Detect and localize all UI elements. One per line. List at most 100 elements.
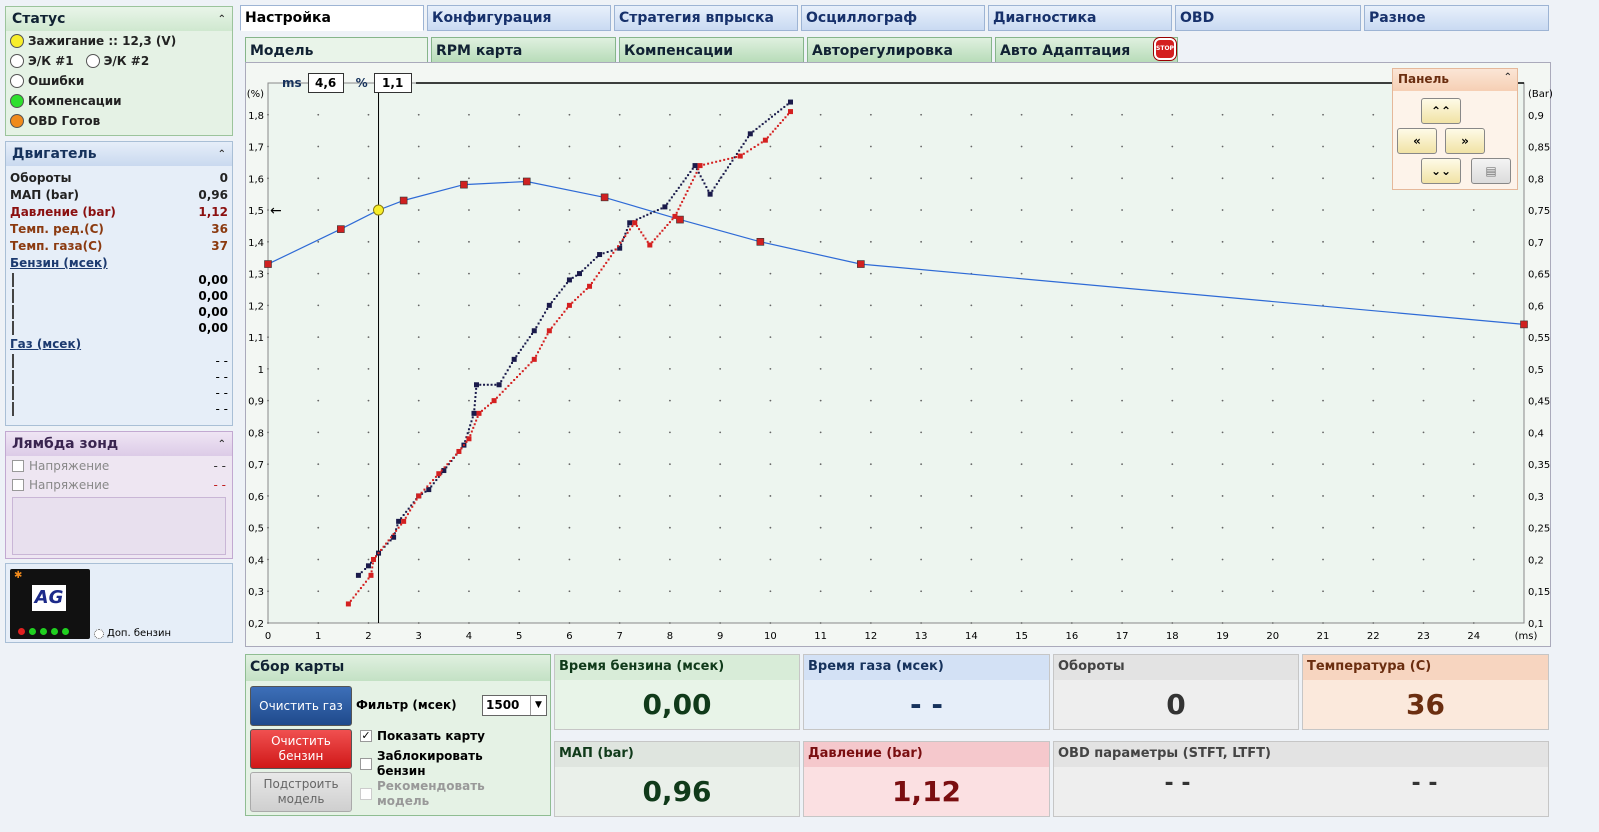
grid-dot	[1271, 431, 1274, 434]
subtab-autotuning[interactable]: Авторегулировка	[807, 37, 992, 63]
grid-dot	[719, 272, 722, 275]
lambda2-checkbox[interactable]	[12, 478, 24, 491]
subtab-compensations[interactable]: Компенсации	[619, 37, 804, 63]
petrol-trail-dot	[484, 407, 487, 410]
grid-dot	[367, 336, 370, 339]
grid-dot	[769, 431, 772, 434]
status-panel-header[interactable]: Статус ⌃	[6, 7, 232, 31]
grid-dot	[1121, 304, 1123, 307]
grid-dot	[367, 177, 370, 180]
status-item-errors[interactable]: Ошибки	[6, 71, 232, 91]
gas-link[interactable]: Газ (мсек)	[6, 336, 232, 353]
grid-dot	[769, 622, 772, 624]
gas-trail-dot	[364, 568, 367, 570]
tab-configuration[interactable]: Конфигурация	[427, 5, 611, 31]
lambda-row-1[interactable]: Напряжение - -	[6, 456, 232, 475]
grid-dot	[819, 272, 822, 275]
clipboard-button[interactable]: ▤	[1471, 158, 1511, 184]
engine-row-value: 36	[211, 222, 228, 236]
petrol-trail-dot	[621, 238, 624, 241]
lock-petrol-row[interactable]: Заблокировать бензин	[360, 749, 497, 779]
lambda-row-2[interactable]: Напряжение - -	[6, 475, 232, 494]
grid-dot	[618, 495, 621, 497]
petrol-trail-dot	[644, 237, 647, 240]
show-map-checkbox[interactable]: ✓	[360, 730, 372, 742]
tab-injection-strategy[interactable]: Стратегия впрыска	[614, 5, 798, 31]
x-tick-label: 4	[466, 631, 472, 642]
tab-diagnostics[interactable]: Диагностика	[988, 5, 1172, 31]
gas-trail-dot	[396, 524, 399, 527]
petrol-trail-dot	[640, 231, 643, 234]
subtab-model[interactable]: Модель	[245, 37, 428, 63]
petrol-trail-dot	[449, 460, 452, 462]
recommend-row[interactable]: Рекомендовать модель	[360, 779, 497, 809]
model-chart[interactable]: 0 1 2 3 4 5 6 7 8 9 10 11 12 13 14 15 16 17 18 19 20 21 22 23 24…	[245, 62, 1552, 647]
grid-dot	[618, 367, 621, 370]
control-panel-header[interactable]: Панель ⌃	[1393, 69, 1517, 91]
build-model-button[interactable]: Подстроить модель	[250, 772, 352, 812]
grid-dot	[1221, 336, 1224, 339]
grid-dot	[769, 272, 772, 275]
scroll-left-button[interactable]: «	[1397, 128, 1437, 154]
scroll-down-button[interactable]: ⌄⌄	[1421, 158, 1461, 184]
grid-dot	[317, 590, 320, 593]
collapse-icon[interactable]: ⌃	[1504, 72, 1512, 88]
gas-trail-dot	[747, 136, 750, 139]
gas-sample-point	[787, 99, 793, 105]
extra-petrol-radio[interactable]	[94, 628, 104, 639]
gas-trail-dot	[783, 105, 786, 108]
grid-dot	[618, 590, 621, 593]
tab-settings[interactable]: Настройка	[240, 5, 424, 31]
petrol-link[interactable]: Бензин (мсек)	[6, 255, 232, 272]
collapse-icon[interactable]: ⌃	[218, 149, 226, 160]
petrol-trail-dot	[364, 580, 367, 583]
x-tick-label: 9	[717, 631, 723, 642]
gas-trail-dot	[537, 322, 540, 325]
logo-text: AG	[32, 585, 66, 611]
grid-dot	[1020, 558, 1023, 561]
tab-misc[interactable]: Разное	[1364, 5, 1549, 31]
gas-sample-point	[511, 356, 517, 362]
extra-petrol-row[interactable]: Доп. бензин	[94, 628, 171, 639]
gas-trail-dot	[474, 400, 477, 403]
grid-dot	[669, 463, 671, 466]
lock-petrol-checkbox[interactable]	[360, 758, 372, 770]
x-tick-label: 0	[265, 631, 271, 642]
subtab-rpm-map[interactable]: RPM карта	[431, 37, 616, 63]
clear-petrol-button[interactable]: Очистить бензин	[250, 729, 352, 769]
lambda-title: Лямбда зонд	[12, 436, 119, 452]
subtab-auto-adaptation[interactable]: Авто Адаптация	[995, 37, 1178, 63]
grid-dot	[719, 463, 722, 466]
show-map-row[interactable]: ✓ Показать карту	[360, 729, 485, 743]
stop-icon[interactable]: STOP	[1154, 38, 1176, 60]
collapse-icon[interactable]: ⌃	[218, 14, 226, 25]
obd-params-label: OBD параметры (STFT, LTFT)	[1054, 742, 1548, 767]
grid-dot	[869, 367, 872, 370]
scroll-right-button[interactable]: »	[1445, 128, 1485, 154]
grid-dot	[417, 113, 420, 116]
gas-sample-point	[692, 163, 698, 169]
gas-trail-dot	[755, 127, 758, 130]
grid-dot	[1322, 463, 1324, 466]
petrol-trail-dot	[771, 130, 774, 133]
engine-panel-header[interactable]: Двигатель ⌃	[6, 142, 232, 166]
grid-dot	[1221, 240, 1224, 243]
y-left-axis-label: (%)	[247, 89, 264, 100]
clear-gas-button[interactable]: Очистить газ	[250, 686, 352, 726]
lambda1-checkbox[interactable]	[12, 459, 24, 472]
petrol-trail-dot	[757, 143, 760, 146]
recommend-checkbox[interactable]	[360, 788, 372, 800]
filter-select[interactable]: 1500 ▼	[482, 695, 547, 716]
grid-dot	[769, 463, 772, 466]
gas-trail-dot	[677, 186, 680, 189]
tab-oscilloscope[interactable]: Осциллограф	[801, 5, 985, 31]
collapse-icon[interactable]: ⌃	[218, 439, 226, 450]
petrol-sample-point	[531, 356, 537, 362]
scroll-up-button[interactable]: ⌃⌃	[1421, 98, 1461, 124]
grid-dot	[1372, 304, 1375, 307]
grid-dot	[669, 495, 671, 497]
lambda-panel-header[interactable]: Лямбда зонд ⌃	[6, 432, 232, 456]
tab-obd[interactable]: OBD	[1175, 5, 1361, 31]
x-tick-label: 7	[616, 631, 622, 642]
petrol-trail-dot	[746, 150, 749, 153]
